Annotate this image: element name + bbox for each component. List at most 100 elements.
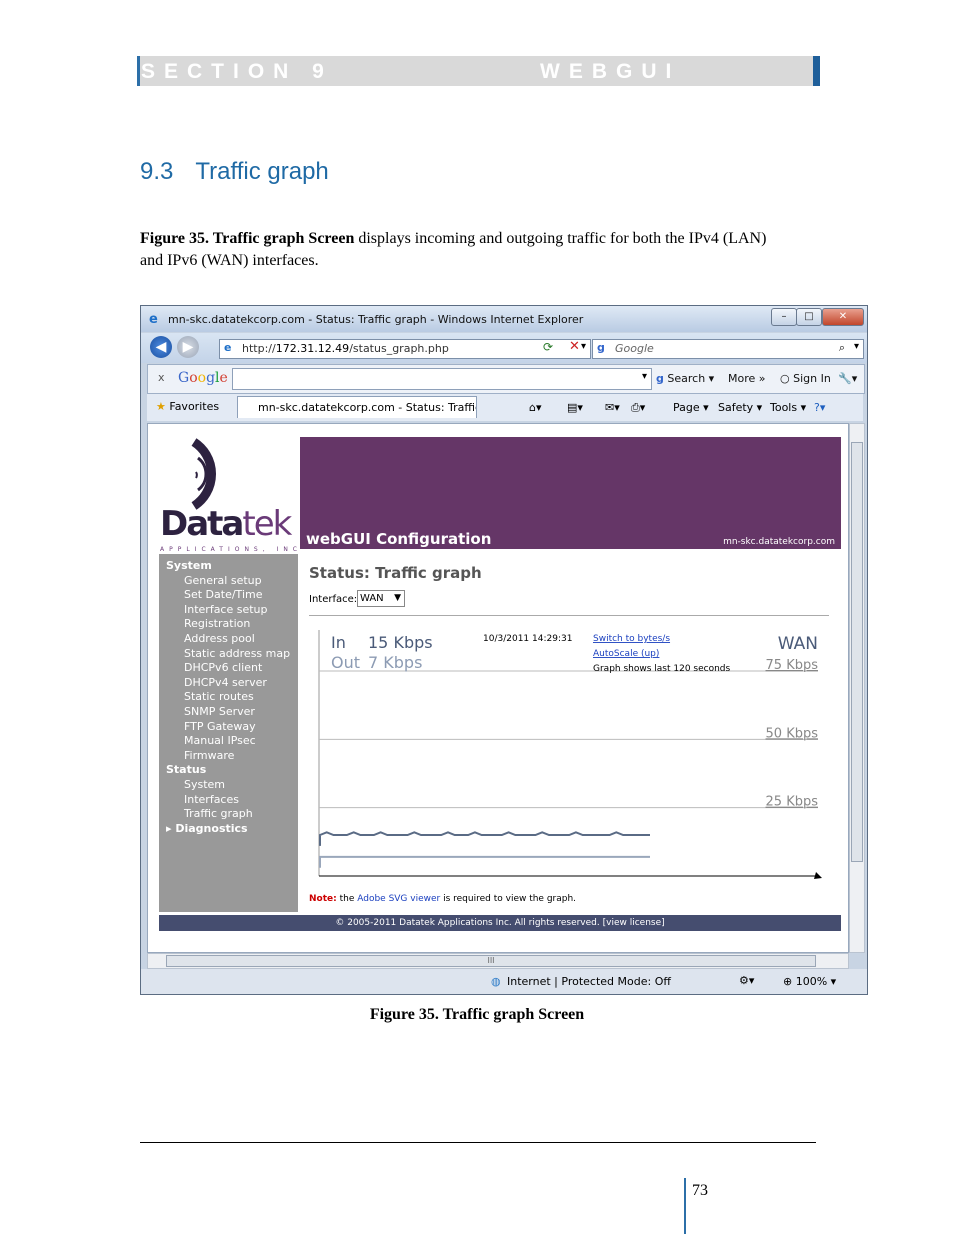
- datatek-logo: Datatek APPLICATIONS, INC: [156, 434, 300, 553]
- section-title: WEBGUI STATUS: [540, 60, 681, 107]
- sidebar-item[interactable]: DHCPv4 server: [184, 676, 267, 689]
- more-button[interactable]: More »: [728, 372, 766, 385]
- series-line-out: [319, 855, 650, 868]
- dropdown-arrow-icon[interactable]: ▾: [581, 341, 586, 352]
- sidebar-item[interactable]: DHCPv6 client: [184, 661, 262, 674]
- google-search-input[interactable]: ▾: [232, 368, 652, 390]
- sidebar-item[interactable]: System: [184, 778, 225, 791]
- maximize-button[interactable]: □: [796, 308, 822, 326]
- sidebar-item[interactable]: Manual IPsec: [184, 734, 256, 747]
- sidebar-item-diagnostics[interactable]: ▸ Diagnostics: [166, 822, 248, 835]
- svg-note: Note: the Adobe SVG viewer is required t…: [309, 894, 577, 904]
- sidebar-item[interactable]: Static address map: [184, 647, 290, 660]
- sidebar-item[interactable]: General setup: [184, 574, 262, 587]
- sidebar-head-system: System: [166, 559, 212, 572]
- browser-tab[interactable]: mn-skc.datatekcorp.com - Status: Traffic…: [237, 396, 477, 418]
- title-bar: e mn-skc.datatekcorp.com - Status: Traff…: [141, 306, 867, 332]
- switch-units-link[interactable]: Switch to bytes/s: [593, 634, 670, 644]
- window-title: mn-skc.datatekcorp.com - Status: Traffic…: [168, 313, 584, 326]
- page-viewport: Datatek APPLICATIONS, INC webGUI Configu…: [147, 423, 849, 953]
- stop-icon[interactable]: ✕: [569, 339, 580, 354]
- globe-icon: ◍: [491, 975, 501, 988]
- refresh-icon[interactable]: ⟳: [543, 340, 553, 354]
- sidebar-nav: System General setup Set Date/Time Interfac…: [159, 554, 298, 912]
- favorites-button[interactable]: ★ Favorites: [156, 400, 219, 413]
- close-toolbar-icon[interactable]: x: [158, 371, 165, 384]
- in-value: 15 Kbps: [368, 633, 433, 652]
- heading-number: 9.3: [140, 158, 174, 185]
- forward-button[interactable]: ▶: [177, 336, 199, 358]
- page-title: Status: Traffic graph: [309, 564, 482, 582]
- page-menu[interactable]: Page ▾: [673, 401, 709, 414]
- search-input[interactable]: g Google ⌕ ▾: [592, 339, 864, 359]
- security-zone: Internet | Protected Mode: Off: [507, 975, 671, 988]
- wrench-icon[interactable]: 🔧▾: [838, 372, 857, 385]
- subsection-heading: 9.3 Traffic graph: [140, 158, 329, 186]
- header-banner: webGUI Configuration mn-skc.datatekcorp.…: [300, 437, 841, 549]
- safety-menu[interactable]: Safety ▾: [718, 401, 762, 414]
- zoom-control[interactable]: ⊕ 100% ▾: [783, 975, 836, 988]
- graph-caption: Graph shows last 120 seconds: [593, 664, 731, 674]
- star-icon: ★: [156, 400, 166, 413]
- in-label: In: [331, 633, 346, 652]
- chevron-right-icon: ▸: [166, 821, 176, 835]
- traffic-graph: 75 Kbps 50 Kbps 25 Kbps In 15 Kbps Out 7 K…: [318, 630, 822, 879]
- axis-arrow-icon: [814, 872, 822, 879]
- sidebar-item[interactable]: Interface setup: [184, 603, 268, 616]
- ie-icon: e: [149, 312, 158, 327]
- horizontal-scrollbar[interactable]: III: [147, 953, 849, 969]
- browser-window: e mn-skc.datatekcorp.com - Status: Traff…: [140, 305, 868, 995]
- out-label: Out: [331, 653, 360, 672]
- tools-menu[interactable]: Tools ▾: [770, 401, 806, 414]
- graph-timestamp: 10/3/2011 14:29:31: [483, 634, 572, 644]
- favorites-row: ★ Favorites mn-skc.datatekcorp.com - Sta…: [147, 394, 863, 421]
- sidebar-item[interactable]: Set Date/Time: [184, 588, 262, 601]
- search-icon[interactable]: ⌕: [839, 341, 845, 355]
- print-icon[interactable]: ⎙▾: [631, 401, 645, 415]
- chevron-down-icon[interactable]: ▾: [854, 341, 859, 352]
- protected-mode-icon[interactable]: ⚙▾: [739, 974, 754, 987]
- address-url: http://172.31.12.49/status_graph.php: [242, 342, 449, 355]
- sidebar-item[interactable]: Interfaces: [184, 793, 239, 806]
- gridline-label: 75 Kbps: [766, 658, 819, 673]
- logo-arc-icon: [191, 438, 216, 510]
- vertical-scrollbar[interactable]: [849, 423, 865, 953]
- feeds-icon[interactable]: ▤▾: [567, 401, 583, 414]
- out-value: 7 Kbps: [368, 653, 422, 672]
- help-icon[interactable]: ?▾: [814, 401, 825, 414]
- adobe-svg-link[interactable]: Adobe SVG viewer: [357, 894, 440, 904]
- banner-host: mn-skc.datatekcorp.com: [723, 537, 835, 547]
- graph-interface: WAN: [778, 634, 818, 654]
- sidebar-item[interactable]: Registration: [184, 617, 250, 630]
- google-search-button[interactable]: g Search ▾: [656, 372, 714, 385]
- sidebar-item[interactable]: FTP Gateway: [184, 720, 256, 733]
- sign-in-button[interactable]: ○ Sign In: [780, 372, 831, 385]
- sidebar-item[interactable]: Traffic graph: [184, 807, 253, 820]
- address-row: ◀ ▶ e http://172.31.12.49/status_graph.p…: [141, 333, 867, 363]
- page-icon: e: [224, 341, 232, 354]
- close-button[interactable]: ✕: [822, 308, 864, 326]
- sidebar-head-status: Status: [166, 763, 207, 777]
- mail-icon[interactable]: ✉▾: [605, 401, 620, 414]
- interface-label: Interface:: [309, 594, 358, 605]
- gridline-label: 25 Kbps: [766, 795, 819, 810]
- back-button[interactable]: ◀: [150, 336, 172, 358]
- home-icon[interactable]: ⌂▾: [529, 401, 542, 414]
- section-header: SECTION 9 WEBGUI STATUS: [137, 56, 820, 107]
- gridline-label: 50 Kbps: [766, 726, 819, 741]
- sidebar-item[interactable]: Firmware: [184, 749, 234, 762]
- minimize-button[interactable]: –: [771, 308, 797, 326]
- heading-title: Traffic graph: [195, 158, 329, 185]
- page-footer: © 2005-2011 Datatek Applications Inc. Al…: [159, 915, 841, 931]
- banner-title: webGUI Configuration: [306, 530, 492, 548]
- google-icon: g: [597, 341, 605, 354]
- autoscale-link[interactable]: AutoScale (up): [593, 649, 659, 659]
- address-bar[interactable]: e http://172.31.12.49/status_graph.php ▾: [219, 339, 591, 359]
- sidebar-item[interactable]: Static routes: [184, 690, 254, 703]
- status-bar: ◍ Internet | Protected Mode: Off ⚙▾ ⊕ 10…: [141, 969, 867, 994]
- section-number: SECTION 9: [141, 60, 333, 83]
- interface-select[interactable]: WAN ▼: [357, 590, 405, 607]
- google-toolbar: x Google ▾ g Search ▾ More » ○ Sign In 🔧…: [147, 364, 865, 394]
- sidebar-item[interactable]: Address pool: [184, 632, 255, 645]
- sidebar-item[interactable]: SNMP Server: [184, 705, 255, 718]
